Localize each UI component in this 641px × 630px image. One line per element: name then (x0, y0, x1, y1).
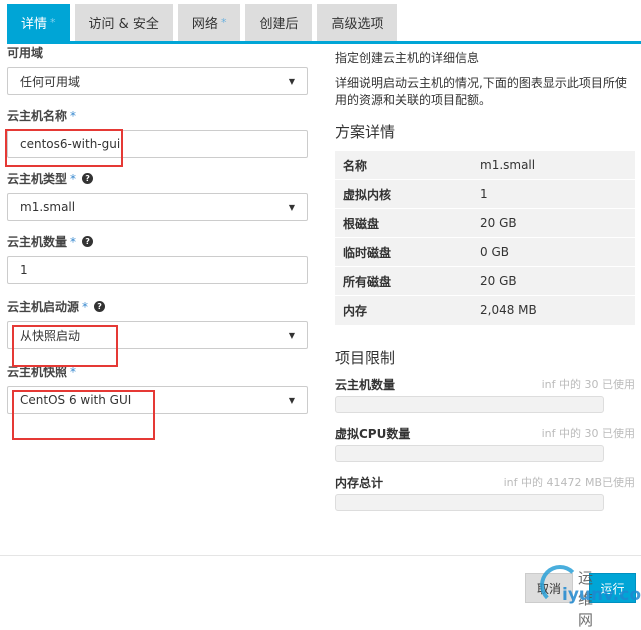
table-row: 所有磁盘 20 GB (335, 266, 635, 296)
row-label: 虚拟内核 (335, 179, 472, 209)
limit-item: 云主机数量 inf 中的 30 已使用 (335, 376, 635, 413)
highlight-box (12, 325, 118, 367)
table-row: 名称 m1.small (335, 150, 635, 180)
required-star: * (220, 16, 227, 29)
limit-progress-bar (335, 395, 604, 413)
row-value: 2,048 MB (472, 295, 635, 325)
help-icon[interactable]: ? (82, 173, 94, 184)
row-value: 0 GB (472, 237, 635, 267)
row-value: 20 GB (472, 266, 635, 296)
info-title: 指定创建云主机的详细信息 (335, 51, 480, 65)
table-row: 临时磁盘 0 GB (335, 237, 635, 267)
limit-label: 内存总计 (335, 475, 384, 490)
row-label: 内存 (335, 295, 472, 325)
table-row: 内存 2,048 MB (335, 295, 635, 325)
help-icon[interactable]: ? (94, 301, 106, 312)
row-value: 1 (472, 179, 635, 209)
tab-label: 详情 (21, 17, 48, 32)
required-star: * (50, 16, 56, 29)
tab-post-creation[interactable]: 创建后 (245, 4, 313, 41)
limit-item: 内存总计 inf 中的 41472 MB已使用 (335, 474, 635, 511)
info-panel: 指定创建云主机的详细信息 详细说明启动云主机的情况,下面的图表显示此项目所使用的… (335, 50, 635, 523)
limit-usage: inf 中的 41472 MB已使用 (503, 476, 635, 489)
limit-item: 虚拟CPU数量 inf 中的 30 已使用 (335, 425, 635, 462)
row-label: 所有磁盘 (335, 266, 472, 296)
flavor-details-heading: 方案详情 (335, 123, 396, 141)
table-row: 虚拟内核 1 (335, 179, 635, 209)
tab-label: 访问 & 安全 (88, 17, 159, 32)
tab-access-security[interactable]: 访问 & 安全 (74, 4, 173, 41)
table-row: 根磁盘 20 GB (335, 208, 635, 238)
row-label: 根磁盘 (335, 208, 472, 238)
highlight-box (5, 129, 123, 167)
limit-label: 虚拟CPU数量 (335, 426, 411, 441)
info-description: 详细说明启动云主机的情况,下面的图表显示此项目所使用的资源和关联的项目配额。 (335, 76, 627, 107)
row-value: m1.small (472, 150, 635, 180)
limit-usage: inf 中的 30 已使用 (541, 378, 635, 391)
help-icon[interactable]: ? (82, 236, 94, 247)
limit-progress-bar (335, 444, 604, 462)
caret-down-icon: ▼ (288, 202, 295, 212)
tab-label: 高级选项 (331, 17, 384, 32)
cancel-button[interactable]: 取消 (525, 573, 573, 603)
count-label: 云主机数量 *? (7, 233, 308, 250)
row-label: 临时磁盘 (335, 237, 472, 267)
tab-network[interactable]: 网络 * (177, 4, 241, 41)
caret-down-icon: ▼ (288, 395, 295, 405)
boot-source-label: 云主机启动源 *? (7, 298, 308, 315)
limit-progress-bar (335, 493, 604, 511)
caret-down-icon: ▼ (288, 76, 295, 86)
tab-advanced[interactable]: 高级选项 (317, 4, 398, 41)
tab-details[interactable]: 详情 * (7, 4, 70, 41)
highlight-box (12, 390, 155, 440)
limit-label: 云主机数量 (335, 377, 396, 392)
count-input[interactable]: 1 (7, 256, 308, 284)
flavor-details-table: 名称 m1.small 虚拟内核 1 根磁盘 20 GB 临时磁盘 0 GB 所有磁盘 20 GB… (335, 150, 635, 325)
flavor-label: 云主机类型 *? (7, 170, 308, 187)
instance-name-label: 云主机名称 * (7, 108, 77, 124)
availability-zone-select[interactable]: 任何可用域 ▼ (7, 67, 308, 95)
limits-heading: 项目限制 (335, 348, 396, 367)
limit-usage: inf 中的 30 已使用 (541, 427, 635, 440)
tab-label: 网络 (191, 17, 218, 32)
flavor-select[interactable]: m1.small ▼ (7, 193, 308, 221)
availability-zone-label: 可用域 (7, 46, 44, 60)
footer-divider (0, 555, 641, 556)
caret-down-icon: ▼ (288, 330, 295, 340)
run-button[interactable]: 运行 (589, 573, 636, 603)
row-label: 名称 (335, 150, 472, 180)
row-value: 20 GB (472, 208, 635, 238)
tab-bar: 详情 * 访问 & 安全 网络 * 创建后 高级选项 (7, 4, 398, 41)
tab-label: 创建后 (259, 17, 299, 32)
